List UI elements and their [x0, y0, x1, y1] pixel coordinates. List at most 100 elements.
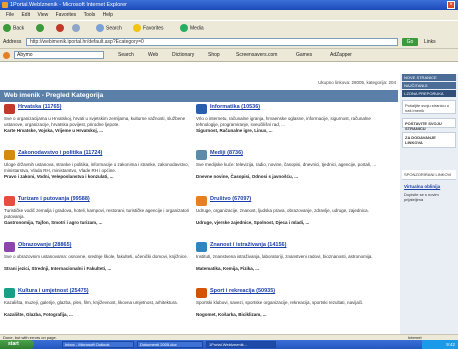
category-description: Sve medijske kuće: televizija, radio, no… — [196, 162, 377, 167]
system-tray-clock: 9:42 — [422, 340, 458, 349]
category-icon — [196, 288, 207, 298]
category-description: Kazališta, muzeji, galerije, glazba, ple… — [4, 300, 178, 305]
right-sidebar: NOVE STRANICE NAJČITANIJI I-ZONA PREPORU… — [400, 74, 458, 334]
category-title[interactable]: Turizam i putovanja (99588) — [18, 196, 90, 203]
links-label[interactable]: Links — [424, 36, 436, 48]
forward-arrow-icon — [36, 24, 44, 32]
sidebar-recommendations[interactable]: I-ZONA PREPORUKA — [402, 90, 456, 97]
menu-tools[interactable]: Tools — [84, 12, 96, 18]
sidebar-submit-site[interactable]: POSTAVITE SVOJU STRANICU — [402, 118, 456, 131]
toolbar: Back Search Favorites Media — [0, 20, 458, 37]
category-description: Vrlo o internetu, računalne igranja, hrv… — [196, 116, 371, 127]
toolbar-screensavers-button[interactable]: Screensavers.com — [236, 49, 277, 61]
stop-icon — [56, 24, 64, 32]
menu-file[interactable]: File — [6, 12, 14, 18]
toolbar-games-button[interactable]: Games — [296, 49, 312, 61]
star-icon — [133, 24, 141, 32]
category-description: Sve o obrazovnim ustanovama: osnovne, sr… — [4, 254, 188, 259]
category-title[interactable]: Sport i rekreacija (50935) — [210, 288, 275, 295]
category-subcategories[interactable]: Gastronomija, Tajfon, Smotri i agro turi… — [4, 220, 192, 226]
sidebar-sponsored-heading: SPONZORIRANI LINKOVI — [402, 170, 456, 180]
media-icon — [180, 24, 188, 32]
menu-edit[interactable]: Edit — [21, 12, 30, 18]
start-button[interactable]: start — [0, 340, 34, 349]
category-subcategories[interactable]: Sigurnost, Računalne igre, Linux, ... — [196, 128, 384, 134]
sidebar-most-read[interactable]: NAJČITANIJI — [402, 82, 456, 89]
search-toolbar: Abymo Search Web Dictionary Shop Screens… — [0, 49, 458, 62]
browser-icon — [2, 2, 8, 8]
sidebar-sponsored-link[interactable]: Virtualna oblinija — [404, 184, 440, 189]
sidebar-add-links[interactable]: ZA DODAVANJE LINKOVA — [402, 132, 456, 148]
page-title: Web imenik - Pregled Kategorija — [0, 90, 398, 102]
toolbar-search-button[interactable]: Search — [118, 49, 134, 61]
menu-help[interactable]: Help — [103, 12, 113, 18]
page-top: Ukupno linkova: 28005, kategorija: 204 — [0, 62, 458, 88]
sidebar-sponsored-desc: Dopisite se s novim prijateljima — [404, 192, 439, 202]
favorites-button[interactable]: Favorites — [133, 24, 164, 33]
page-content: Ukupno linkova: 28005, kategorija: 204 W… — [0, 62, 458, 334]
search-icon — [96, 24, 104, 32]
sidebar-submit-text: Pošaljite svoju stranicu u naš imenik — [402, 100, 456, 114]
go-button[interactable]: Go — [402, 38, 418, 46]
category-title[interactable]: Kultura i umjetnost (25475) — [18, 288, 89, 295]
home-icon — [72, 24, 80, 32]
category-subcategories[interactable]: Pravo i zakoni, Vodni, Veleposlanstva i … — [4, 174, 192, 180]
address-label: Address — [3, 39, 22, 45]
category-icon — [4, 288, 15, 298]
category-title[interactable]: Zakonodavstvo i politika (11724) — [18, 150, 102, 157]
category-description: Instituti, znanstvena istraživanja, labo… — [196, 254, 373, 259]
toolbar-search-input[interactable]: Abymo — [14, 51, 104, 59]
category-subcategories[interactable]: Karte Hrvatske, Vojska, Vrijeme u Hrvats… — [4, 128, 192, 134]
category-description: Turističke vodič zemalja i gradova, hote… — [4, 208, 190, 219]
category-title[interactable]: Društvo (67097) — [210, 196, 251, 203]
link-count-info: Ukupno linkova: 28005, kategorija: 204 — [318, 80, 396, 85]
stop-button[interactable] — [56, 24, 66, 33]
category-title[interactable]: Hrvatska (11765) — [18, 104, 61, 111]
menu-view[interactable]: View — [37, 12, 48, 18]
address-bar: Address http://webimenik.iportal.hr/defa… — [0, 36, 458, 49]
category-title[interactable]: Informatika (10536) — [210, 104, 260, 111]
menu-favorites[interactable]: Favorites — [56, 12, 77, 18]
toolbar-logo-icon — [3, 52, 10, 59]
home-button[interactable] — [72, 24, 82, 33]
taskbar-item-document[interactable]: Dokumenti 2005.doc — [137, 341, 203, 348]
taskbar-item-browser[interactable]: 1Portal.WebIznenik... — [206, 341, 276, 348]
category-subcategories[interactable]: Udruge, vjerske zajednice, Spolnost, Dje… — [196, 220, 384, 226]
toolbar-web-button[interactable]: Web — [148, 49, 158, 61]
back-arrow-icon — [3, 24, 11, 32]
media-button[interactable]: Media — [180, 24, 204, 33]
toolbar-shop-button[interactable]: Shop — [208, 49, 220, 61]
category-subcategories[interactable]: Strani jezici, Strednji, Internacionalni… — [4, 266, 192, 272]
category-description: Udruge, organizacije, znanost, ljudska p… — [196, 208, 369, 213]
toolbar-dictionary-button[interactable]: Dictionary — [172, 49, 194, 61]
category-description: Uloge državnih ustanova, stranke i polit… — [4, 162, 189, 173]
category-subcategories[interactable]: Nogomet, Košarka, Biciklizam, ... — [196, 312, 384, 318]
category-subcategories[interactable]: Kazalište, Glazba, Fotografija, ... — [4, 312, 192, 318]
category-title[interactable]: Mediji (8736) — [210, 150, 243, 157]
category-icon — [196, 104, 207, 114]
address-input[interactable]: http://webimenik.iportal.hr/default.asp?… — [26, 38, 398, 46]
category-description: Sportski klubovi, savezi, sportske organ… — [196, 300, 364, 305]
close-icon[interactable]: × — [447, 1, 455, 9]
category-icon — [4, 242, 15, 252]
menubar: File Edit View Favorites Tools Help — [0, 10, 458, 20]
category-title[interactable]: Obrazovanje (28865) — [18, 242, 72, 249]
category-description: Sve o organizacijama u Hrvatskoj, hrvati… — [4, 116, 186, 127]
category-icon — [4, 196, 15, 206]
window-title: 1Portal.WebIznenik - Microsoft Internet … — [10, 2, 127, 8]
taskbar-item-outlook[interactable]: Inbox - Microsoft Outlook — [62, 341, 134, 348]
forward-button[interactable] — [36, 24, 46, 33]
sidebar-new-pages[interactable]: NOVE STRANICE — [402, 74, 456, 81]
category-icon — [196, 242, 207, 252]
search-button[interactable]: Search — [96, 24, 122, 33]
category-title[interactable]: Znanost i istraživanja (14156) — [210, 242, 286, 249]
category-icon — [196, 196, 207, 206]
back-button[interactable]: Back — [3, 24, 24, 33]
category-icon — [196, 150, 207, 160]
category-icon — [4, 150, 15, 160]
category-subcategories[interactable]: Dnevne novine, Časopisi, Odnosi s javnoš… — [196, 174, 384, 180]
taskbar: start Inbox - Microsoft Outlook Dokument… — [0, 340, 458, 349]
category-subcategories[interactable]: Matematika, Kemija, Fizika, ... — [196, 266, 384, 272]
toolbar-adzapper-button[interactable]: AdZapper — [330, 49, 352, 61]
category-icon — [4, 104, 15, 114]
